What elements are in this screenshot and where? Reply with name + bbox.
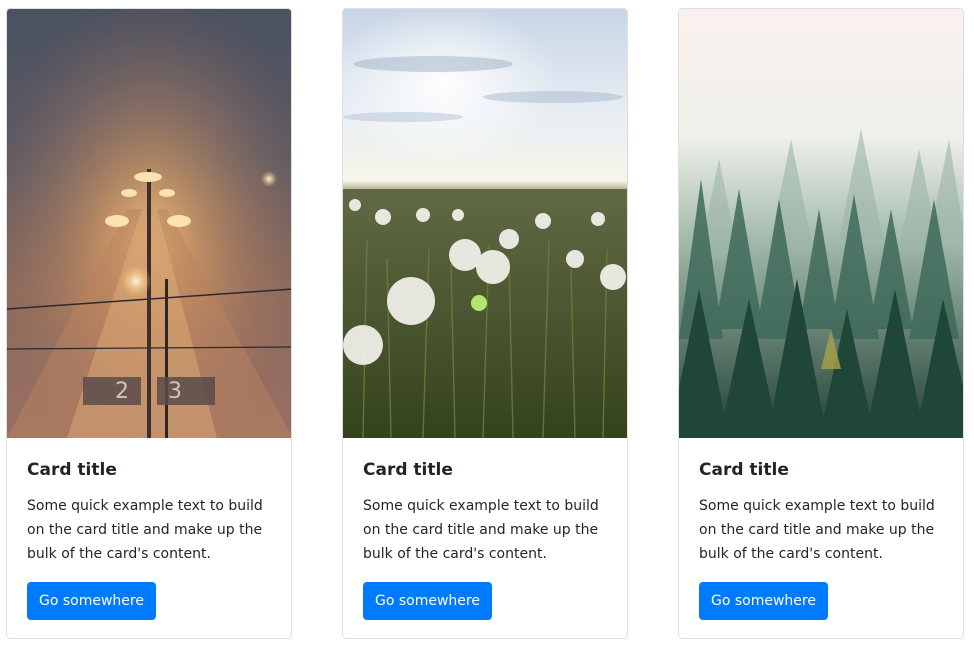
foggy-station-image: 2 3 <box>7 9 291 438</box>
card-text: Some quick example text to build on the … <box>699 498 935 562</box>
go-somewhere-button[interactable]: Go somewhere <box>27 582 156 620</box>
card-title: Card title <box>699 460 789 480</box>
card-text: Some quick example text to build on the … <box>363 498 599 562</box>
card-body: Card title Some quick example text to bu… <box>363 458 613 566</box>
card-3: Card title Some quick example text to bu… <box>678 8 964 639</box>
card-text: Some quick example text to build on the … <box>27 498 263 562</box>
card-body: Card title Some quick example text to bu… <box>27 458 277 566</box>
card-1: 2 3 Card title Some quick example text t… <box>6 8 292 639</box>
go-somewhere-button[interactable]: Go somewhere <box>699 582 828 620</box>
card-body: Card title Some quick example text to bu… <box>699 458 949 566</box>
platform-sign-left: 2 <box>115 379 129 404</box>
dandelion-field-image <box>343 9 627 438</box>
go-somewhere-button[interactable]: Go somewhere <box>363 582 492 620</box>
card-title: Card title <box>27 460 117 480</box>
misty-forest-image <box>679 9 963 438</box>
card-2: Card title Some quick example text to bu… <box>342 8 628 639</box>
card-title: Card title <box>363 460 453 480</box>
platform-sign-right: 3 <box>168 379 182 404</box>
